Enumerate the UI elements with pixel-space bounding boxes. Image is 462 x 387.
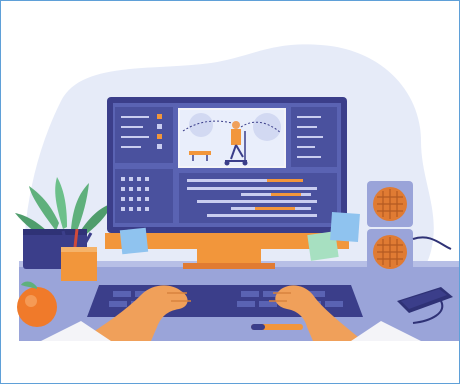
image-frame bbox=[0, 0, 460, 384]
video-preview-panel bbox=[178, 108, 286, 168]
video-editing-illustration bbox=[15, 44, 459, 341]
timeline-panel bbox=[179, 173, 337, 223]
pen-icon bbox=[251, 324, 303, 330]
